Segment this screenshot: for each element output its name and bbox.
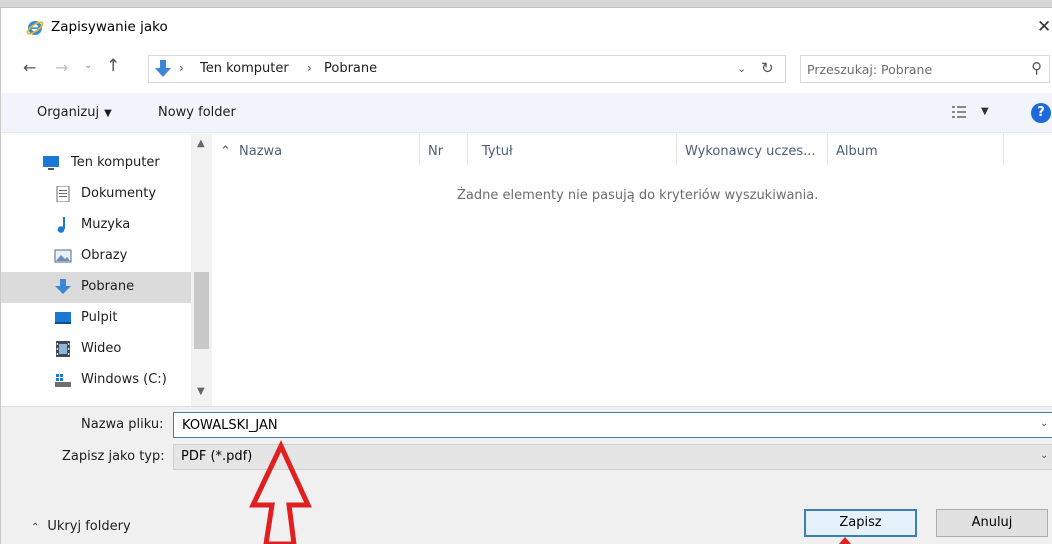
breadcrumb-separator-icon[interactable]: › xyxy=(307,61,312,75)
sidebar-item-label: Dokumenty xyxy=(81,186,157,201)
documents-icon xyxy=(56,186,70,202)
back-arrow-icon[interactable]: ← xyxy=(23,58,36,77)
computer-icon xyxy=(43,156,59,170)
sidebar-item-label: Pulpit xyxy=(81,310,118,325)
save-options-panel: Nazwa pliku: ⌄ Zapisz jako typ: PDF (*.p… xyxy=(1,406,1052,544)
column-header-label: Nazwa xyxy=(239,144,283,159)
refresh-icon[interactable]: ↻ xyxy=(761,59,774,77)
sidebar-item-windows-c[interactable]: Windows (C:) xyxy=(1,365,191,396)
file-list[interactable]: Nazwa ⌃ Nr Tytuł Wykonawcy uczes... Albu… xyxy=(212,134,1052,406)
filename-input[interactable] xyxy=(182,416,1022,434)
breadcrumb-ten-komputer[interactable]: Ten komputer xyxy=(200,61,289,76)
save-button[interactable]: Zapisz xyxy=(804,509,917,537)
forward-arrow-icon[interactable]: → xyxy=(55,58,68,77)
sort-ascending-icon: ⌃ xyxy=(220,144,231,159)
filetype-dropdown-icon[interactable]: ⌄ xyxy=(1040,450,1048,461)
new-folder-button[interactable]: Nowy folder xyxy=(158,105,236,120)
save-as-dialog: Zapisywanie jako ✕ ← → ⌄ ↑ › Ten kompute… xyxy=(0,8,1052,544)
hide-folders-label: Ukryj foldery xyxy=(47,519,131,534)
search-input[interactable] xyxy=(807,59,1007,79)
up-arrow-icon[interactable]: ↑ xyxy=(106,56,120,76)
navigation-pane: Ten komputer Dokumenty Muzyka Obrazy Pob… xyxy=(1,134,212,406)
sidebar-item-wideo[interactable]: Wideo xyxy=(1,334,191,365)
breadcrumb-separator-icon[interactable]: › xyxy=(179,61,184,75)
title-bar: Zapisywanie jako ✕ xyxy=(1,8,1052,48)
sidebar-item-obrazy[interactable]: Obrazy xyxy=(1,241,191,272)
desktop-icon xyxy=(55,312,71,324)
filetype-label: Zapisz jako typ: xyxy=(62,449,165,464)
internet-explorer-icon xyxy=(26,21,44,35)
address-dropdown-icon[interactable]: ⌄ xyxy=(737,62,746,75)
column-header-nazwa[interactable]: Nazwa ⌃ xyxy=(212,134,420,166)
sidebar-item-label: Windows (C:) xyxy=(81,372,167,387)
downloads-icon xyxy=(55,279,71,294)
breadcrumb-pobrane[interactable]: Pobrane xyxy=(324,61,377,76)
organize-menu[interactable]: Organizuj ▼ xyxy=(37,105,112,120)
column-header-album[interactable]: Album xyxy=(828,134,1004,166)
column-header-label: Nr xyxy=(428,144,444,159)
sidebar-item-label: Obrazy xyxy=(81,248,128,263)
hide-folders-toggle[interactable]: ⌃ Ukryj foldery xyxy=(31,519,131,534)
filename-field[interactable]: ⌄ xyxy=(173,412,1052,438)
view-details-icon[interactable] xyxy=(952,106,966,118)
close-icon[interactable]: ✕ xyxy=(1037,17,1051,37)
empty-list-message: Żadne elementy nie pasują do kryteriów w… xyxy=(457,188,819,203)
scroll-down-icon[interactable]: ▼ xyxy=(197,386,205,397)
chevron-down-icon: ▼ xyxy=(104,108,112,119)
column-header-label: Wykonawcy uczes... xyxy=(685,144,816,159)
sidebar-item-label: Pobrane xyxy=(81,279,135,294)
scroll-up-icon[interactable]: ▲ xyxy=(197,138,205,149)
video-icon xyxy=(56,341,70,357)
help-icon[interactable]: ? xyxy=(1031,103,1051,123)
sidebar-item-pulpit[interactable]: Pulpit xyxy=(1,303,191,334)
search-icon[interactable]: ⚲ xyxy=(1031,59,1042,77)
downloads-icon xyxy=(155,60,171,77)
scrollbar-thumb[interactable] xyxy=(194,272,209,349)
filetype-select[interactable]: PDF (*.pdf) ⌄ xyxy=(173,444,1052,470)
address-row: ← → ⌄ ↑ › Ten komputer › Pobrane ⌄ ↻ ⚲ xyxy=(1,48,1052,88)
sidebar-item-ten-komputer[interactable]: Ten komputer xyxy=(1,148,191,179)
filename-dropdown-icon[interactable]: ⌄ xyxy=(1040,418,1048,429)
cancel-button[interactable]: Anuluj xyxy=(936,509,1048,537)
column-header-wykonawcy[interactable]: Wykonawcy uczes... xyxy=(677,134,828,166)
filename-label: Nazwa pliku: xyxy=(81,417,164,432)
column-header-label: Album xyxy=(836,144,878,159)
music-icon xyxy=(57,217,65,233)
address-bar[interactable]: › Ten komputer › Pobrane ⌄ ↻ xyxy=(148,55,786,83)
sidebar-item-label: Wideo xyxy=(81,341,122,356)
sidebar-item-label: Muzyka xyxy=(81,217,131,232)
dialog-title: Zapisywanie jako xyxy=(51,19,168,35)
sidebar-item-label: Ten komputer xyxy=(71,155,160,170)
filetype-value: PDF (*.pdf) xyxy=(181,449,253,464)
pictures-icon xyxy=(54,249,72,263)
view-options-chevron-icon[interactable]: ▼ xyxy=(981,106,989,117)
navigation-scrollbar[interactable]: ▲ ▼ xyxy=(191,134,212,406)
sidebar-item-muzyka[interactable]: Muzyka xyxy=(1,210,191,241)
search-box[interactable]: ⚲ xyxy=(800,55,1050,83)
column-header-tytul[interactable]: Tytuł xyxy=(468,134,677,166)
organize-label: Organizuj xyxy=(37,105,100,120)
command-bar: Organizuj ▼ Nowy folder ▼ ? xyxy=(1,93,1052,133)
column-header-label: Tytuł xyxy=(482,144,513,159)
sidebar-item-pobrane[interactable]: Pobrane xyxy=(1,272,191,303)
recent-locations-dropdown-icon[interactable]: ⌄ xyxy=(84,60,92,71)
chevron-up-icon: ⌃ xyxy=(31,522,40,533)
window-top-edge xyxy=(0,0,1052,8)
column-header-nr[interactable]: Nr xyxy=(420,134,468,166)
sidebar-item-dokumenty[interactable]: Dokumenty xyxy=(1,179,191,210)
drive-icon xyxy=(55,374,71,387)
